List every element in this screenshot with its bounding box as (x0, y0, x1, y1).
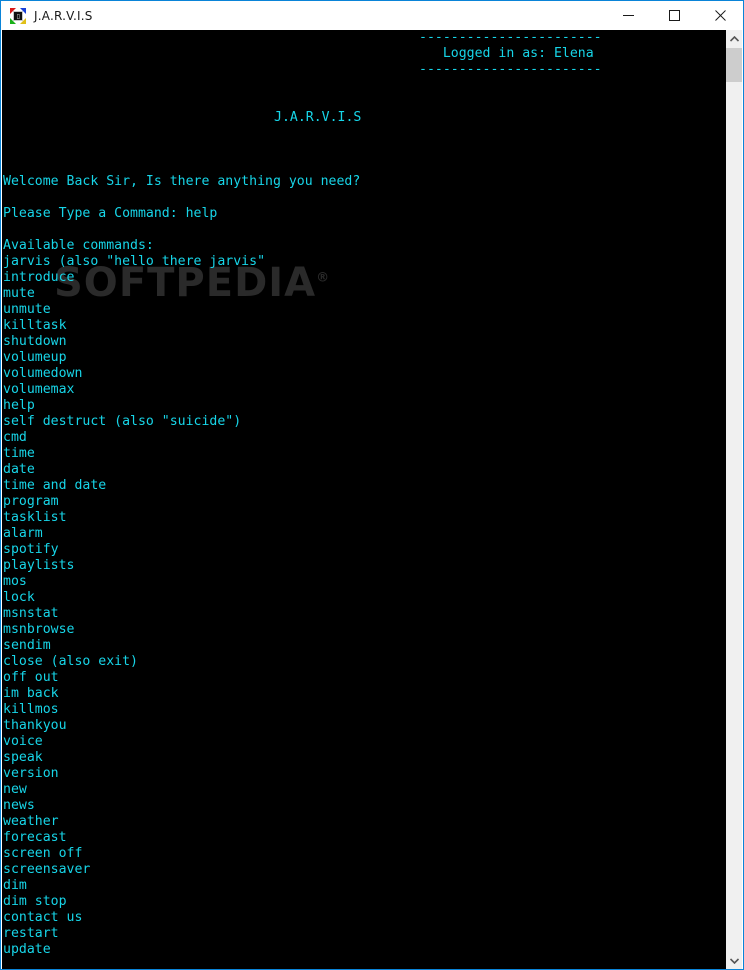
console-command-item: screensaver (3, 862, 91, 877)
scrollbar-thumb[interactable] (726, 48, 742, 82)
console-command-item: tasklist (3, 510, 67, 525)
console-command-item: spotify (3, 542, 59, 557)
close-button[interactable] (697, 1, 743, 30)
console-command-item: mute (3, 286, 35, 301)
console-banner-title: J.A.R.V.I.S (274, 110, 362, 125)
console-header-rule-top: ----------------------- (419, 30, 602, 45)
console-command-item: msnstat (3, 606, 59, 621)
console-command-item: off out (3, 670, 59, 685)
console-command-item: new (3, 782, 27, 797)
title-bar[interactable]: ▯ J.A.R.V.I.S (1, 1, 743, 30)
console-command-item: date (3, 462, 35, 477)
console-login-line: Logged in as: Elena (419, 46, 594, 61)
vertical-scrollbar[interactable] (726, 30, 742, 969)
console-command-item: update (3, 942, 51, 957)
console-command-item: version (3, 766, 59, 781)
scrollbar-down-button[interactable] (726, 952, 742, 969)
console-command-item: volumemax (3, 382, 75, 397)
console-command-item: mos (3, 574, 27, 589)
chevron-down-icon (729, 957, 739, 964)
console-command-item: volumedown (3, 366, 83, 381)
console-command-item: cmd (3, 430, 27, 445)
console-command-item: killtask (3, 318, 67, 333)
console-command-item: sendim (3, 638, 51, 653)
console-command-item: contact us (3, 910, 83, 925)
console-command-item: introduce (3, 270, 75, 285)
console-command-item: help (3, 398, 35, 413)
console-command-item: screen off (3, 846, 83, 861)
console-command-item: dim (3, 878, 27, 893)
scrollbar-up-button[interactable] (726, 30, 742, 47)
console-command-item: msnbrowse (3, 622, 75, 637)
close-icon (714, 10, 726, 21)
console-command-item: im back (3, 686, 59, 701)
console-header-rule-bottom: ----------------------- (419, 62, 602, 77)
chevron-up-icon (729, 35, 739, 42)
window-controls (605, 1, 743, 30)
watermark-registered-mark: ® (316, 270, 331, 286)
console-command-item: close (also exit) (3, 654, 138, 669)
console-text-buffer: SOFTPEDIA® ----------------------- Logge… (2, 30, 728, 969)
console-command-item: news (3, 798, 35, 813)
minimize-icon (622, 15, 634, 16)
console-command-item: killmos (3, 702, 59, 717)
console-command-item: jarvis (also "hello there jarvis" (3, 254, 266, 269)
minimize-button[interactable] (605, 1, 651, 30)
console-prompt-line: Please Type a Command: help (3, 206, 218, 221)
console-command-item: time and date (3, 478, 107, 493)
console-command-item: volumeup (3, 350, 67, 365)
console-command-item: program (3, 494, 59, 509)
console-command-item: speak (3, 750, 43, 765)
console-command-item: weather (3, 814, 59, 829)
console-output-area[interactable]: SOFTPEDIA® ----------------------- Logge… (2, 30, 728, 969)
console-command-item: dim stop (3, 894, 67, 909)
console-greeting-line: Welcome Back Sir, Is there anything you … (3, 174, 361, 189)
console-command-item: lock (3, 590, 35, 605)
console-command-item: alarm (3, 526, 43, 541)
console-command-item: self destruct (also "suicide") (3, 414, 242, 429)
console-command-item: restart (3, 926, 59, 941)
jarvis-app-icon: ▯ (10, 7, 26, 24)
console-command-item: shutdown (3, 334, 67, 349)
maximize-icon (668, 10, 680, 21)
console-commands-header: Available commands: (3, 238, 154, 253)
console-command-item: playlists (3, 558, 75, 573)
console-command-item: thankyou (3, 718, 67, 733)
console-command-item: time (3, 446, 35, 461)
console-command-item: voice (3, 734, 43, 749)
console-command-item: unmute (3, 302, 51, 317)
console-command-item: forecast (3, 830, 67, 845)
maximize-button[interactable] (651, 1, 697, 30)
window-title: J.A.R.V.I.S (34, 8, 93, 23)
jarvis-window: ▯ J.A.R.V.I.S SOFTPEDIA® ---------------… (0, 0, 744, 970)
